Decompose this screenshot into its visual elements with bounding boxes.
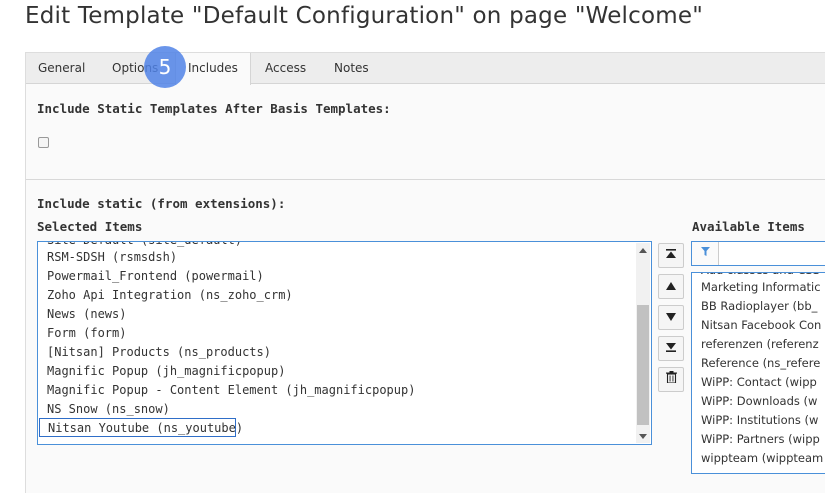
list-item[interactable]: WiPP: Institutions (w	[701, 411, 818, 430]
include-after-label: Include Static Templates After Basis Tem…	[37, 101, 391, 116]
selected-items-label: Selected Items	[37, 219, 143, 234]
tab-includes[interactable]: Includes	[175, 53, 251, 85]
list-item[interactable]: Reference (ns_refere	[701, 354, 820, 373]
template-editor-panel: General Options Includes Access Notes 5 …	[25, 46, 825, 493]
move-top-icon	[666, 249, 676, 258]
list-item[interactable]: WiPP: Partners (wipp	[701, 430, 820, 449]
move-up-icon	[666, 282, 676, 290]
move-up-button[interactable]	[658, 274, 684, 299]
selected-list-scrollbar[interactable]	[636, 243, 650, 443]
list-item[interactable]: Powermail_Frontend (powermail)	[47, 267, 264, 286]
list-item[interactable]: wippteam (wippteam	[701, 449, 823, 468]
list-item[interactable]: referenzen (referenz	[701, 335, 819, 354]
remove-item-button[interactable]	[658, 367, 684, 392]
list-item[interactable]: Zoho Api Integration (ns_zoho_crm)	[47, 286, 293, 305]
list-item[interactable]: Nitsan Facebook Con	[701, 316, 821, 335]
section-divider	[26, 179, 825, 180]
scroll-up-icon[interactable]	[639, 248, 647, 253]
list-item[interactable]: Marketing Informatic	[701, 278, 821, 297]
trash-icon	[665, 371, 677, 384]
list-item[interactable]: [Nitsan] Products (ns_products)	[47, 343, 271, 362]
available-items-label: Available Items	[692, 219, 805, 234]
tab-notes[interactable]: Notes	[322, 53, 381, 84]
list-item[interactable]: Magnific Popup - Content Element (jh_mag…	[47, 381, 415, 400]
include-static-label: Include static (from extensions):	[37, 196, 286, 211]
list-item[interactable]: BB Radioplayer (bb_	[701, 297, 817, 316]
list-item[interactable]: RSM-SDSH (rsmsdsh)	[47, 248, 177, 267]
move-to-top-button[interactable]	[658, 243, 684, 268]
scroll-thumb[interactable]	[637, 305, 649, 425]
tab-access[interactable]: Access	[253, 53, 318, 84]
tab-general[interactable]: General	[26, 53, 97, 84]
list-item[interactable]: WiPP: Contact (wipp	[701, 373, 817, 392]
list-item[interactable]: NS Snow (ns_snow)	[47, 400, 170, 419]
selected-items-list[interactable]: Site Default (site_default) RSM-SDSH (rs…	[37, 241, 652, 445]
list-item[interactable]: News (news)	[47, 305, 126, 324]
available-items-filter[interactable]	[691, 241, 825, 266]
step-badge: 5	[144, 46, 186, 88]
available-items-list[interactable]: Add classes and CSS Marketing Informatic…	[691, 272, 825, 474]
include-after-checkbox[interactable]	[38, 137, 49, 148]
move-down-icon	[666, 313, 676, 321]
page-title: Edit Template "Default Configuration" on…	[25, 3, 703, 29]
move-down-button[interactable]	[658, 305, 684, 330]
list-item-selected[interactable]: Nitsan Youtube (ns_youtube)	[39, 418, 243, 437]
scroll-down-icon[interactable]	[639, 434, 647, 439]
filter-icon[interactable]	[692, 242, 719, 265]
move-bottom-icon	[666, 343, 676, 352]
list-item[interactable]: Magnific Popup (jh_magnificpopup)	[47, 362, 285, 381]
list-item[interactable]: WiPP: Downloads (w	[701, 392, 817, 411]
move-to-bottom-button[interactable]	[658, 336, 684, 361]
tab-bar: General Options Includes Access Notes 5	[26, 46, 825, 88]
list-item[interactable]: Form (form)	[47, 324, 126, 343]
